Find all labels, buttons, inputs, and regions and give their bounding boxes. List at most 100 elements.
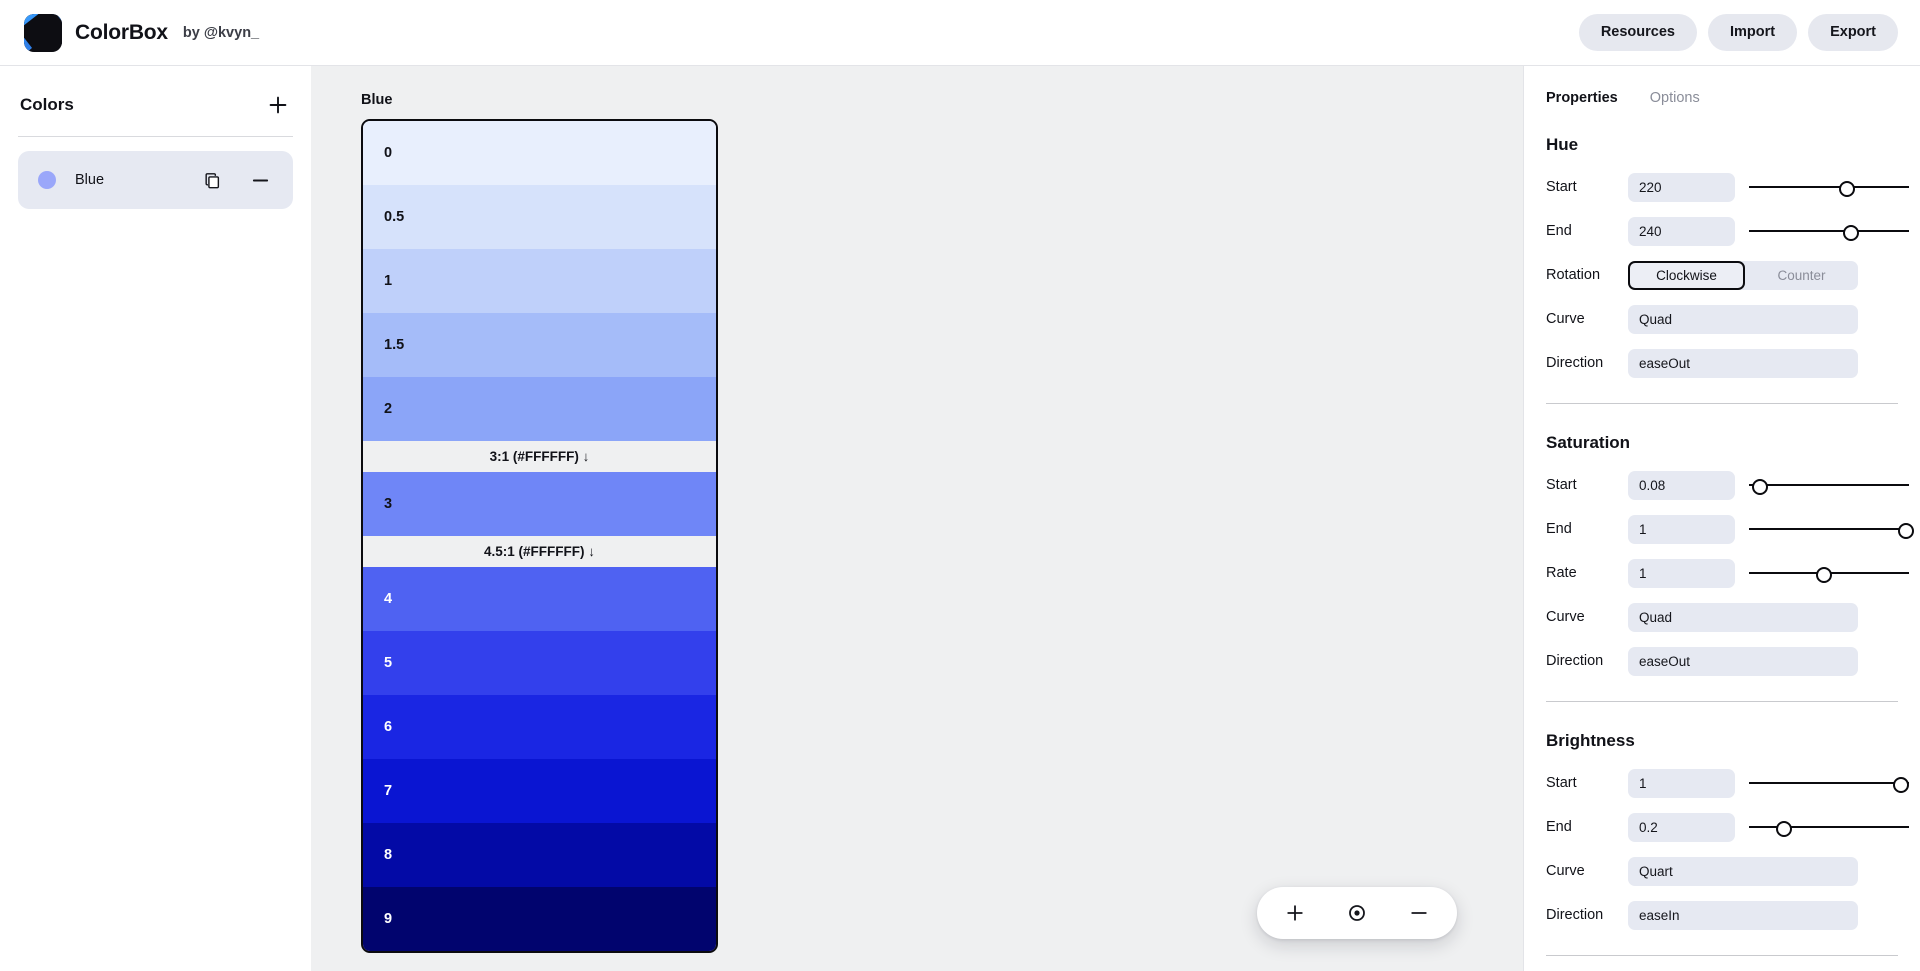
- hue-start-row: Start: [1546, 169, 1920, 205]
- brightness-end-slider[interactable]: [1749, 813, 1909, 842]
- slider-thumb[interactable]: [1838, 180, 1855, 197]
- slider-thumb[interactable]: [1893, 776, 1909, 793]
- contrast-marker[interactable]: 3:1 (#FFFFFF) ↓: [363, 441, 716, 472]
- colorbox-logo-icon: [24, 13, 62, 52]
- brightness-end-row: End: [1546, 809, 1920, 845]
- saturation-curve-select[interactable]: [1628, 602, 1858, 632]
- section-title-hue: Hue: [1546, 135, 1579, 154]
- properties-panel: Properties Options Hue Start End: [1523, 66, 1920, 971]
- ramp-swatch-row: 1: [363, 249, 716, 313]
- brightness-start-input[interactable]: [1628, 768, 1735, 798]
- saturation-start-label: Start: [1546, 477, 1577, 493]
- sidebar-divider: [18, 136, 293, 137]
- section-saturation: Saturation Start End: [1546, 433, 1920, 679]
- brightness-curve-select[interactable]: [1628, 856, 1858, 886]
- slider-thumb[interactable]: [1843, 224, 1860, 241]
- duplicate-color-button[interactable]: [199, 167, 225, 193]
- color-ramp: 0 0.5 1 1.5 2 3:1 (#FFFFFF) ↓ 3 4.5:1 (#FFFFFF)…: [361, 119, 718, 953]
- contrast-marker[interactable]: 4.5:1 (#FFFFFF) ↓: [363, 536, 716, 567]
- ramp-swatch-row: 2: [363, 377, 716, 441]
- slider-track: [1749, 825, 1909, 828]
- ramp-swatch-row: 1.5: [363, 313, 716, 377]
- saturation-end-slider[interactable]: [1749, 515, 1914, 544]
- rotation-counter-option[interactable]: Counter: [1745, 261, 1858, 290]
- brightness-start-label: Start: [1546, 775, 1577, 791]
- ramp-swatch-row: 8: [363, 823, 716, 887]
- zoom-reset-button[interactable]: [1345, 901, 1369, 925]
- slider-thumb[interactable]: [1897, 522, 1914, 539]
- ramp-swatch-row: 3: [363, 472, 716, 536]
- divider-brightness-bottom: [1546, 955, 1898, 956]
- plus-icon: [1287, 905, 1303, 921]
- saturation-start-input[interactable]: [1628, 470, 1735, 500]
- hue-start-input[interactable]: [1628, 172, 1735, 202]
- sidebar-item-blue[interactable]: Blue: [18, 151, 293, 209]
- section-hue: Hue Start End: [1546, 135, 1920, 381]
- brightness-curve-label: Curve: [1546, 863, 1585, 879]
- hue-rotation-label: Rotation: [1546, 267, 1601, 283]
- hue-end-row: End: [1546, 213, 1920, 249]
- brightness-start-row: Start: [1546, 765, 1920, 801]
- slider-track: [1749, 229, 1909, 232]
- hue-end-input[interactable]: [1628, 216, 1735, 246]
- saturation-curve-label: Curve: [1546, 609, 1585, 625]
- zoom-out-button[interactable]: [1407, 901, 1431, 925]
- brightness-end-label: End: [1546, 819, 1572, 835]
- brightness-start-slider[interactable]: [1749, 769, 1909, 798]
- ramp-swatch-row: 0.5: [363, 185, 716, 249]
- divider-hue-saturation: [1546, 403, 1898, 404]
- brand: ColorBox by @kvyn_: [24, 13, 260, 52]
- tab-properties[interactable]: Properties: [1546, 90, 1618, 106]
- hue-curve-label: Curve: [1546, 311, 1585, 327]
- slider-track: [1749, 527, 1909, 530]
- brightness-direction-select[interactable]: [1628, 900, 1858, 930]
- hue-end-slider[interactable]: [1749, 217, 1909, 246]
- brightness-direction-label: Direction: [1546, 907, 1604, 923]
- color-swatch-dot: [38, 171, 56, 189]
- import-button[interactable]: Import: [1707, 14, 1798, 51]
- copy-icon: [204, 172, 219, 188]
- app-author: by @kvyn_: [182, 24, 260, 41]
- zoom-in-button[interactable]: [1283, 901, 1307, 925]
- saturation-rate-slider[interactable]: [1749, 559, 1909, 588]
- rotation-clockwise-option[interactable]: Clockwise: [1628, 260, 1745, 290]
- hue-rotation-row: Rotation Clockwise Counter: [1546, 257, 1920, 293]
- hue-curve-select[interactable]: [1628, 304, 1858, 334]
- sidebar-item-label: Blue: [75, 172, 105, 188]
- saturation-direction-select[interactable]: [1628, 646, 1858, 676]
- ramp-swatch-row: 5: [363, 631, 716, 695]
- section-title-saturation: Saturation: [1546, 433, 1631, 452]
- plus-icon: [269, 96, 287, 114]
- slider-thumb[interactable]: [1776, 820, 1793, 837]
- slider-thumb[interactable]: [1816, 566, 1833, 583]
- sidebar-item-actions: [199, 167, 273, 193]
- sidebar-title: Colors: [20, 95, 74, 114]
- resources-button[interactable]: Resources: [1578, 14, 1697, 51]
- add-color-button[interactable]: [265, 92, 291, 118]
- ramp-swatch-row: 9: [363, 887, 716, 951]
- minus-icon: [1411, 912, 1427, 914]
- export-button[interactable]: Export: [1808, 14, 1898, 51]
- brightness-end-input[interactable]: [1628, 812, 1735, 842]
- hue-start-slider[interactable]: [1749, 173, 1909, 202]
- ramp-swatch-row: 6: [363, 695, 716, 759]
- divider-saturation-brightness: [1546, 701, 1898, 702]
- slider-track: [1749, 781, 1909, 784]
- hue-direction-select[interactable]: [1628, 348, 1858, 378]
- saturation-rate-input[interactable]: [1628, 558, 1735, 588]
- zoom-widget: [1257, 887, 1457, 939]
- saturation-end-label: End: [1546, 521, 1572, 537]
- saturation-end-row: End: [1546, 511, 1920, 547]
- slider-track: [1749, 483, 1909, 486]
- app-header: ColorBox by @kvyn_ Resources Import Expo…: [0, 0, 1920, 66]
- slider-track: [1749, 185, 1909, 188]
- sidebar-header: Colors: [18, 86, 293, 118]
- tab-options[interactable]: Options: [1650, 90, 1700, 106]
- hue-rotation-group: Clockwise Counter: [1628, 260, 1858, 290]
- saturation-start-row: Start: [1546, 467, 1920, 503]
- saturation-start-slider[interactable]: [1749, 471, 1909, 500]
- ramp-title: Blue: [361, 92, 393, 108]
- remove-color-button[interactable]: [247, 167, 273, 193]
- saturation-end-input[interactable]: [1628, 514, 1735, 544]
- slider-thumb[interactable]: [1752, 478, 1769, 495]
